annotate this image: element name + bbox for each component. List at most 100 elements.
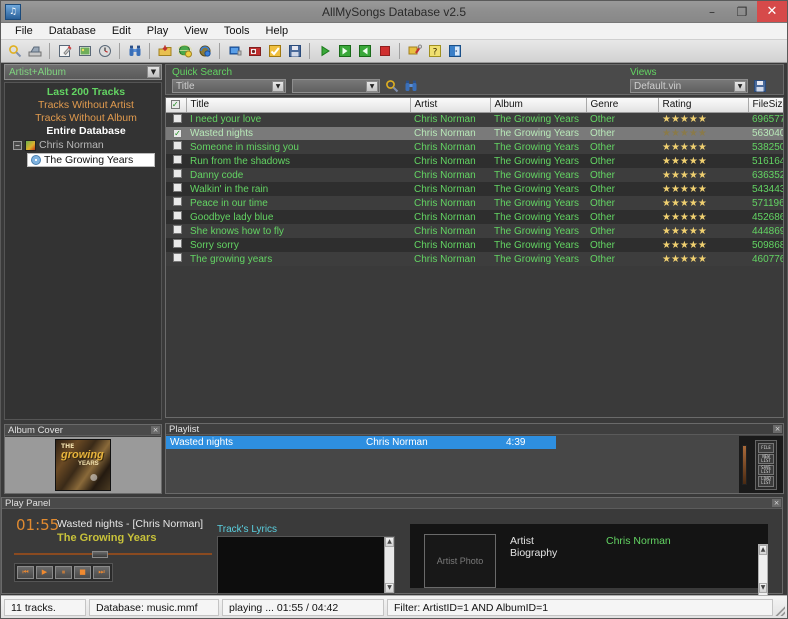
playlist-list[interactable]: Wasted nights Chris Norman 4:39 [166, 436, 739, 493]
playlist-save-list-button[interactable]: SAVE LIST [758, 465, 774, 476]
table-row[interactable]: Run from the shadows Chris Norman The Grow… [166, 154, 783, 168]
database-tree[interactable]: Last 200 Tracks Tracks Without Artist Tr… [4, 82, 162, 420]
checklist-icon[interactable] [265, 42, 284, 61]
cell-rating[interactable]: ★★★★★ [658, 112, 748, 127]
cell-rating[interactable]: ★★★★★ [658, 224, 748, 238]
resize-grip-icon[interactable] [773, 604, 785, 616]
play-button[interactable]: ▶ [36, 566, 53, 579]
select-all-checkbox[interactable]: ✓ [166, 98, 187, 113]
clock-icon[interactable] [95, 42, 114, 61]
row-checkbox[interactable] [166, 252, 186, 266]
row-checkbox[interactable] [166, 210, 186, 224]
scroll-down-icon[interactable]: ▼ [759, 583, 767, 593]
row-checkbox[interactable]: ✓ [166, 126, 186, 140]
table-row[interactable]: I need your love Chris Norman The Growing … [166, 112, 783, 127]
tracks-table-wrapper[interactable]: ✓ Title Artist Album Genre Rating FileSi… [165, 97, 784, 418]
playlist-file-button[interactable]: FILE [758, 442, 774, 453]
globe-refresh-icon[interactable] [195, 42, 214, 61]
binoculars-icon[interactable] [403, 78, 418, 93]
close-icon[interactable]: × [773, 425, 782, 433]
menu-help[interactable]: Help [258, 24, 297, 38]
row-checkbox[interactable] [166, 182, 186, 196]
cell-rating[interactable]: ★★★★★ [658, 252, 748, 266]
cell-rating[interactable]: ★★★★★ [658, 196, 748, 210]
row-checkbox[interactable] [166, 196, 186, 210]
chevron-down-icon[interactable]: ▼ [366, 81, 378, 92]
menu-play[interactable]: Play [139, 24, 176, 38]
menu-database[interactable]: Database [41, 24, 104, 38]
cell-rating[interactable]: ★★★★★ [658, 182, 748, 196]
table-row[interactable]: Danny code Chris Norman The Growing Years O… [166, 168, 783, 182]
next-icon[interactable] [335, 42, 354, 61]
screen-icon[interactable] [225, 42, 244, 61]
tree-item-entire-db[interactable]: Entire Database [5, 125, 161, 138]
stop-icon[interactable] [375, 42, 394, 61]
tools-icon[interactable] [405, 42, 424, 61]
next-track-button[interactable]: ⏭ [93, 566, 110, 579]
import-icon[interactable] [155, 42, 174, 61]
scroll-down-icon[interactable]: ▼ [385, 583, 394, 593]
previous-icon[interactable] [355, 42, 374, 61]
cell-rating[interactable]: ★★★★★ [658, 140, 748, 154]
column-header-title[interactable]: Title [186, 98, 411, 113]
playlist-load-list-button[interactable]: LOAD LIST [758, 476, 774, 487]
row-checkbox[interactable] [166, 238, 186, 252]
table-row[interactable]: Walkin' in the rain Chris Norman The Growi… [166, 182, 783, 196]
pause-button[interactable]: ⏸ [55, 566, 72, 579]
row-checkbox[interactable] [166, 168, 186, 182]
column-header-rating[interactable]: Rating [658, 98, 749, 113]
edit-track-icon[interactable] [55, 42, 74, 61]
floppy-save-icon[interactable] [752, 78, 767, 93]
views-selector[interactable]: Default.vin ▼ [630, 79, 748, 93]
tree-item-no-artist[interactable]: Tracks Without Artist [5, 99, 161, 112]
tree-item-no-album[interactable]: Tracks Without Album [5, 112, 161, 125]
row-checkbox[interactable] [166, 154, 186, 168]
menu-tools[interactable]: Tools [216, 24, 258, 38]
table-row[interactable]: The growing years Chris Norman The Growing… [166, 252, 783, 266]
save-icon[interactable] [285, 42, 304, 61]
view-mode-selector[interactable]: Artist+Album ▼ [4, 64, 162, 80]
edit-album-icon[interactable] [75, 42, 94, 61]
globe-icon[interactable] [175, 42, 194, 61]
close-icon[interactable]: × [772, 499, 781, 507]
cell-rating[interactable]: ★★★★★ [658, 238, 748, 252]
table-row[interactable]: Goodbye lady blue Chris Norman The Growing… [166, 210, 783, 224]
table-row[interactable]: Someone in missing you Chris Norman The Gr… [166, 140, 783, 154]
magnifier-icon[interactable] [384, 78, 399, 93]
cell-rating[interactable]: ★★★★★ [658, 168, 748, 182]
row-checkbox[interactable] [166, 140, 186, 154]
playlist-row[interactable]: Wasted nights Chris Norman 4:39 [166, 436, 556, 449]
table-row[interactable]: She knows how to fly Chris Norman The Grow… [166, 224, 783, 238]
lyrics-box[interactable]: ▲ ▼ [217, 536, 395, 594]
row-checkbox[interactable] [166, 224, 186, 238]
exit-icon[interactable] [445, 42, 464, 61]
cell-rating[interactable]: ★★★★★ [658, 126, 748, 140]
tree-item-last200[interactable]: Last 200 Tracks [5, 86, 161, 99]
camera-icon[interactable] [245, 42, 264, 61]
menu-edit[interactable]: Edit [104, 24, 139, 38]
chevron-down-icon[interactable]: ▼ [272, 81, 284, 92]
menu-file[interactable]: File [7, 24, 41, 38]
search-icon[interactable] [5, 42, 24, 61]
column-header-filesize[interactable]: FileSize [748, 98, 783, 113]
lyrics-scrollbar[interactable]: ▲ ▼ [384, 537, 394, 593]
table-row[interactable]: Sorry sorry Chris Norman The Growing Years… [166, 238, 783, 252]
chevron-down-icon[interactable]: ▼ [734, 81, 746, 92]
collapse-icon[interactable]: − [13, 140, 22, 150]
close-icon[interactable]: × [151, 426, 160, 434]
seek-slider[interactable] [14, 551, 212, 558]
help-icon[interactable]: ? [425, 42, 444, 61]
row-checkbox[interactable] [166, 112, 186, 127]
play-icon[interactable] [315, 42, 334, 61]
previous-track-button[interactable]: ⏮ [17, 566, 34, 579]
seek-handle[interactable] [92, 551, 108, 558]
scroll-up-icon[interactable]: ▲ [385, 537, 394, 547]
search-input[interactable]: ▼ [292, 79, 380, 93]
volume-slider[interactable] [742, 444, 747, 485]
tree-item-album-the-growing-years[interactable]: The Growing Years [27, 153, 155, 167]
biography-scrollbar[interactable]: ▲ ▼ [758, 544, 768, 596]
stop-button[interactable]: ■ [74, 566, 91, 579]
binoculars-icon[interactable] [125, 42, 144, 61]
search-field-selector[interactable]: Title ▼ [172, 79, 286, 93]
tree-item-artist-chris-norman[interactable]: − Chris Norman [5, 138, 161, 152]
